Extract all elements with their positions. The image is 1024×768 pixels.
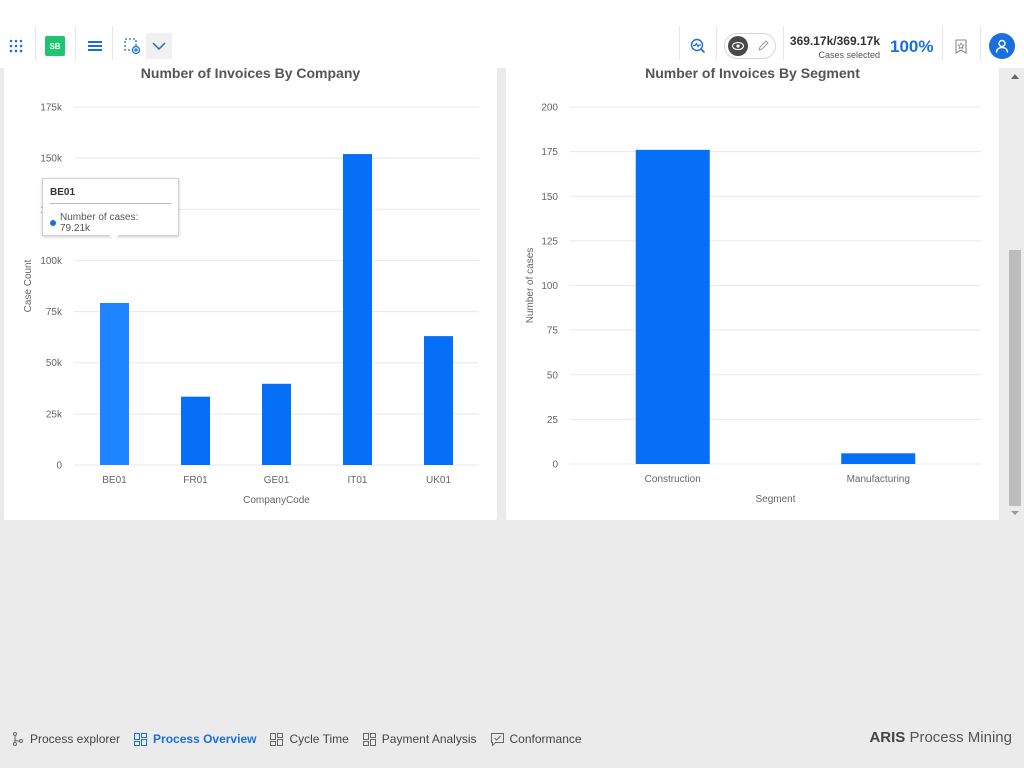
process-explorer-icon [12,732,24,746]
x-tick-label: BE01 [102,475,127,486]
cases-count: 369.17k/369.17k [789,34,880,48]
y-tick-label: 125 [541,236,558,247]
series-dot-icon [50,220,56,226]
y-tick-label: 150 [541,192,558,203]
bookmark-icon[interactable] [951,36,971,56]
y-tick-label: 150k [40,154,63,165]
tab-label: Process Overview [153,732,257,746]
chevron-down-icon[interactable] [146,33,172,59]
company-bar-chart: 025k50k75k100k125k150k175kBE01FR01GE01IT… [23,103,479,506]
user-icon[interactable] [989,33,1015,59]
x-axis-label: CompanyCode [243,495,310,506]
dashboard-icon [270,732,284,746]
selection-add-icon[interactable] [122,36,142,56]
scroll-down-icon[interactable] [1011,511,1019,515]
tab-label: Process explorer [30,732,121,746]
x-tick-label: FR01 [183,475,208,486]
y-tick-label: 0 [552,460,558,471]
top-toolbar: SB 369.17k/369.17k Cases selected 100% [0,0,1024,68]
dashboard-icon [362,732,376,746]
bar-uk01[interactable] [424,336,453,465]
tooltip-title: BE01 [50,187,171,204]
x-axis-label: Segment [755,494,795,505]
cases-percent: 100% [890,37,934,56]
y-tick-label: 75k [46,307,63,318]
company-chart-card: Number of Invoices By Company 0 25k 50k 75k… [4,60,497,520]
scroll-up-icon[interactable] [1011,74,1019,79]
tooltip-arrow [108,234,120,240]
x-tick-label: Construction [645,474,701,485]
x-tick-label: GE01 [264,475,290,486]
y-tick-label: 175 [541,147,558,158]
dashboard-icon [134,732,148,746]
y-tick-label: 200 [541,103,558,114]
y-tick-label: 0 [56,461,62,472]
tab-label: Conformance [509,732,582,746]
y-tick-label: 25k [46,409,63,420]
y-tick-label: 75 [547,326,559,337]
brand-logo: ARIS Process Mining [869,729,1012,746]
bar-construction[interactable] [635,149,710,464]
y-tick-label: 50 [547,370,559,381]
apps-grid-icon[interactable] [6,36,26,56]
tab-label: Cycle Time [289,732,349,746]
chart-tooltip: BE01 Number of cases: 79.21k [42,178,179,236]
tab-conformance[interactable]: Conformance [490,732,582,746]
tab-label: Payment Analysis [381,732,477,746]
tab-process-explorer[interactable]: Process explorer [12,732,120,746]
scrollbar-thumb[interactable] [1009,250,1021,506]
analysis-icon[interactable] [688,36,708,56]
bar-be01[interactable] [100,302,129,465]
segment-chart-card: Number of Invoices By Segment 0 25 50 75 100… [506,60,999,520]
eye-icon[interactable] [728,36,748,56]
tab-cycle-time[interactable]: Cycle Time [270,732,349,746]
x-tick-label: Manufacturing [847,474,910,485]
view-edit-toggle[interactable] [724,33,776,59]
y-axis-label: Case Count [23,259,34,312]
segment-bar-chart: 0 25 50 75 100 125 150 175 200 Construction Manufa… [525,103,981,505]
tab-payment-analysis[interactable]: Payment Analysis [362,732,477,746]
x-tick-label: UK01 [426,475,451,486]
bar-manufacturing[interactable] [841,453,916,464]
brand-rest: Process Mining [905,729,1012,746]
tab-process-overview[interactable]: Process Overview [134,732,256,746]
y-axis-label: Number of cases [525,248,536,324]
pencil-icon[interactable] [757,39,769,57]
conformance-icon [490,732,504,746]
bar-ge01[interactable] [262,383,291,465]
brand-bold: ARIS [869,729,906,746]
y-tick-label: 25 [547,415,559,426]
cases-selected-label: Cases selected [818,50,880,60]
vertical-scrollbar[interactable] [1006,68,1024,520]
bar-fr01[interactable] [181,396,210,465]
y-tick-label: 100 [541,281,558,292]
y-tick-label: 50k [46,358,63,369]
bar-it01[interactable] [343,154,372,465]
menu-icon[interactable] [85,36,105,56]
x-tick-label: IT01 [347,475,367,486]
project-badge[interactable]: SB [45,36,65,56]
y-tick-label: 175k [40,103,63,114]
tooltip-value: Number of cases: 79.21k [59,212,139,234]
y-tick-label: 100k [40,256,63,267]
